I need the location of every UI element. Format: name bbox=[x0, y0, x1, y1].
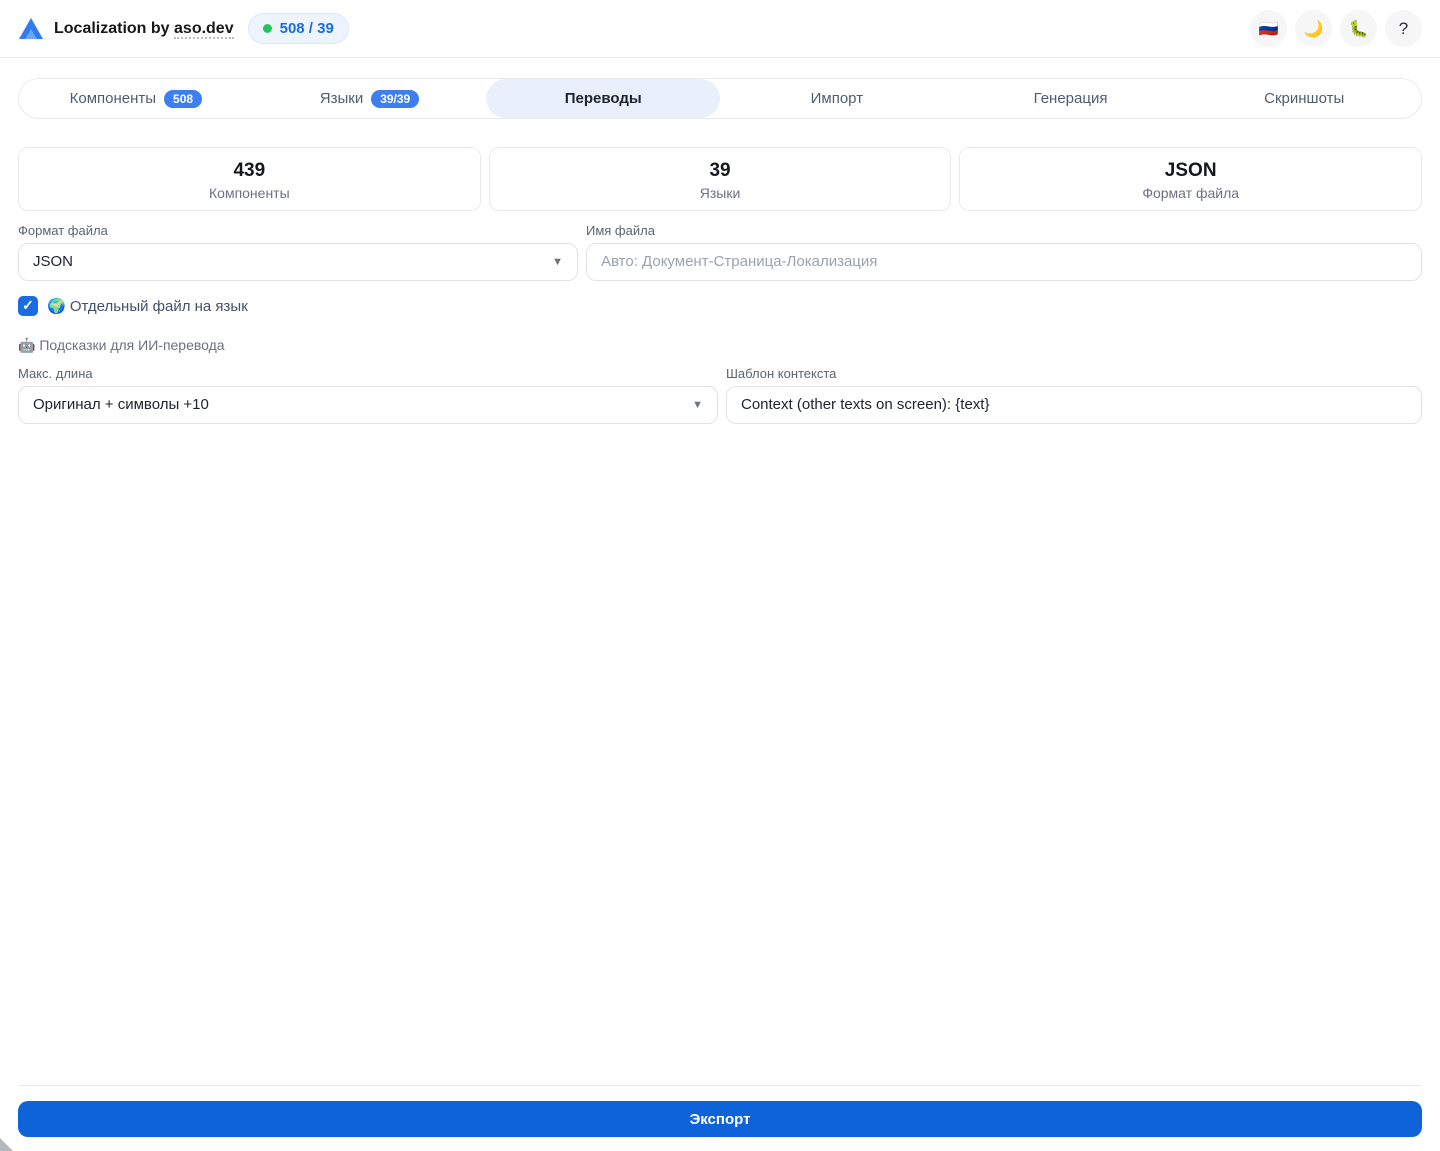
stat-card-components: 439 Компоненты bbox=[18, 147, 481, 211]
max-length-value: Оригинал + символы +10 bbox=[33, 396, 209, 414]
max-length-select[interactable]: Оригинал + символы +10 ▼ bbox=[18, 385, 718, 424]
main-content: Компоненты 508 Языки 39/39 Переводы Импо… bbox=[0, 58, 1440, 1085]
max-length-label: Макс. длина bbox=[18, 365, 93, 381]
stat-card-file-format: JSON Формат файла bbox=[959, 147, 1423, 211]
empty-space bbox=[18, 424, 1422, 1085]
file-format-field: Формат файла JSON ▼ bbox=[18, 223, 578, 281]
counter-badge-text: 508 / 39 bbox=[279, 20, 334, 37]
chevron-down-icon: ▼ bbox=[692, 398, 703, 411]
footer: Экспорт bbox=[0, 1085, 1440, 1151]
file-format-value: JSON bbox=[33, 253, 74, 271]
tab-languages-label: Языки bbox=[319, 90, 364, 107]
file-name-input[interactable] bbox=[586, 242, 1422, 281]
separate-file-per-language-toggle[interactable]: ✓ 🌍 Отдельный файл на язык bbox=[18, 295, 1422, 316]
context-template-label: Шаблон контекста bbox=[726, 365, 837, 381]
stat-file-format-label: Формат файла bbox=[1142, 184, 1240, 201]
bug-report-button[interactable]: 🐛 bbox=[1340, 10, 1377, 47]
stat-components-value: 439 bbox=[233, 160, 266, 181]
stat-file-format-value: JSON bbox=[1164, 160, 1217, 181]
tab-components-label: Компоненты bbox=[69, 90, 157, 107]
file-name-field: Имя файла bbox=[586, 223, 1422, 281]
tab-generation[interactable]: Генерация bbox=[954, 79, 1188, 118]
context-template-input[interactable] bbox=[726, 385, 1422, 424]
app-title: Localization by aso.dev bbox=[54, 19, 234, 39]
status-dot-icon bbox=[262, 24, 272, 33]
export-button[interactable]: Экспорт bbox=[18, 1101, 1422, 1137]
stats-row: 439 Компоненты 39 Языки JSON Формат файл… bbox=[18, 147, 1423, 211]
tab-components[interactable]: Компоненты 508 bbox=[19, 79, 253, 118]
tab-languages[interactable]: Языки 39/39 bbox=[253, 79, 487, 118]
moon-icon: 🌙 bbox=[1303, 20, 1324, 38]
max-length-field: Макс. длина Оригинал + символы +10 ▼ bbox=[18, 366, 718, 424]
file-name-label: Имя файла bbox=[586, 222, 655, 238]
stat-components-label: Компоненты bbox=[209, 184, 290, 201]
stat-languages-label: Языки bbox=[699, 184, 741, 201]
file-format-select[interactable]: JSON ▼ bbox=[18, 242, 578, 281]
chevron-down-icon: ▼ bbox=[552, 255, 563, 268]
form-row-ai-hints: Макс. длина Оригинал + символы +10 ▼ Шаб… bbox=[18, 366, 1422, 424]
checkbox-checked-icon[interactable]: ✓ bbox=[18, 295, 38, 316]
ai-hints-section-title: 🤖 Подсказки для ИИ-перевода bbox=[18, 336, 225, 353]
tab-import-label: Импорт bbox=[810, 90, 864, 107]
file-format-label: Формат файла bbox=[18, 222, 108, 238]
caterpillar-icon: 🐛 bbox=[1348, 20, 1369, 38]
language-flag-button[interactable]: 🇷🇺 bbox=[1250, 10, 1287, 47]
aso-dev-link[interactable]: aso.dev bbox=[174, 19, 234, 39]
form-row-format-name: Формат файла JSON ▼ Имя файла bbox=[18, 223, 1422, 281]
header-actions: 🇷🇺 🌙 🐛 ? bbox=[1250, 10, 1422, 47]
counter-badge: 508 / 39 bbox=[247, 13, 349, 44]
separate-file-label: 🌍 Отдельный файл на язык bbox=[47, 297, 248, 315]
footer-divider bbox=[18, 1085, 1422, 1086]
tab-generation-label: Генерация bbox=[1033, 90, 1108, 107]
help-button[interactable]: ? bbox=[1385, 10, 1422, 47]
window-resize-grip[interactable] bbox=[0, 1138, 13, 1151]
question-mark-icon: ? bbox=[1398, 18, 1409, 38]
stat-card-languages: 39 Языки bbox=[488, 147, 952, 211]
tab-screenshots[interactable]: Скриншоты bbox=[1187, 79, 1421, 118]
tab-import[interactable]: Импорт bbox=[720, 79, 954, 118]
russian-flag-icon: 🇷🇺 bbox=[1258, 20, 1279, 38]
theme-toggle-button[interactable]: 🌙 bbox=[1295, 10, 1332, 47]
tab-translations[interactable]: Переводы bbox=[486, 79, 721, 118]
tab-components-badge: 508 bbox=[164, 89, 203, 108]
app-logo-icon bbox=[18, 17, 44, 41]
header: Localization by aso.dev 508 / 39 🇷🇺 🌙 🐛 … bbox=[0, 0, 1440, 58]
tab-screenshots-label: Скриншоты bbox=[1264, 90, 1345, 107]
stat-languages-value: 39 bbox=[709, 160, 731, 181]
tab-translations-label: Переводы bbox=[564, 90, 642, 107]
context-template-field: Шаблон контекста bbox=[726, 366, 1422, 424]
tab-bar: Компоненты 508 Языки 39/39 Переводы Импо… bbox=[18, 78, 1422, 119]
tab-languages-badge: 39/39 bbox=[371, 89, 420, 108]
